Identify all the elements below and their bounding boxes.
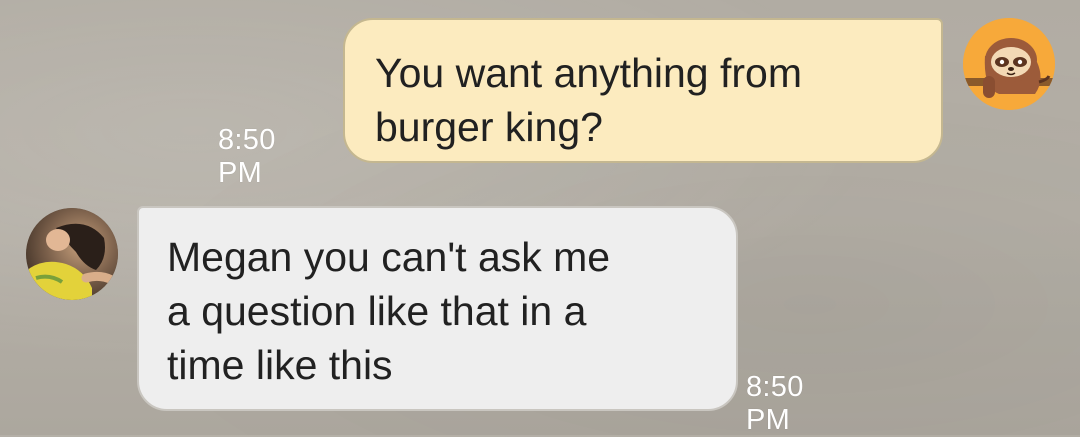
sloth-avatar-icon[interactable] [963, 18, 1055, 110]
message-timestamp: 8:50 PM [218, 124, 276, 189]
contact-avatar[interactable] [26, 208, 118, 300]
chat-thread: 8:50 PM You want anything from burger ki… [0, 0, 1080, 436]
message-bubble-incoming[interactable]: Megan you can't ask me a question like t… [137, 206, 738, 411]
message-timestamp: 8:50 PM [746, 371, 804, 436]
message-bubble-outgoing[interactable]: You want anything from burger king? [343, 18, 943, 163]
